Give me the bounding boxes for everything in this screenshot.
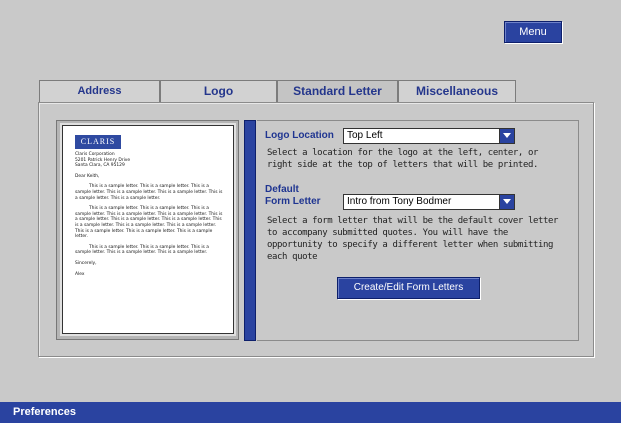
letter-settings-form: Logo Location Top Left Select a location… <box>257 120 579 341</box>
claris-logo: CLARIS <box>75 135 121 149</box>
tab-address[interactable]: Address <box>39 80 160 102</box>
chevron-down-icon[interactable] <box>499 129 514 143</box>
letter-paragraph: This is a sample letter. This is a sampl… <box>75 184 223 201</box>
letter-preview: CLARIS Claris Corporation 5201 Patrick H… <box>62 125 234 334</box>
tab-standard-letter[interactable]: Standard Letter <box>277 80 398 104</box>
letter-paragraph: This is a sample letter. This is a sampl… <box>75 206 223 240</box>
address-line: Santa Clara, CA 95129 <box>75 163 125 169</box>
tab-bar: Address Logo Standard Letter Miscellaneo… <box>39 80 519 104</box>
letter-paragraph: This is a sample letter. This is a sampl… <box>75 244 209 256</box>
logo-location-label: Logo Location <box>265 130 334 141</box>
preferences-footer: Preferences <box>0 402 621 423</box>
panel-divider <box>244 120 256 341</box>
menu-button[interactable]: Menu <box>504 21 562 43</box>
letter-address: Claris Corporation 5201 Patrick Henry Dr… <box>75 152 225 169</box>
default-form-letter-help: Select a form letter that will be the de… <box>267 216 559 262</box>
letter-closing: Sincerely, <box>75 260 97 266</box>
logo-location-help: Select a location for the logo at the le… <box>267 148 538 170</box>
letter-preview-frame: CLARIS Claris Corporation 5201 Patrick H… <box>56 120 239 340</box>
tab-miscellaneous[interactable]: Miscellaneous <box>398 80 516 102</box>
default-form-letter-value: Intro from Tony Bodmer <box>347 196 452 207</box>
logo-location-select[interactable]: Top Left <box>343 128 515 144</box>
logo-location-value: Top Left <box>347 130 383 141</box>
tab-logo[interactable]: Logo <box>160 80 277 102</box>
default-form-letter-label: Default Form Letter <box>265 184 321 208</box>
default-form-letter-label-line: Default <box>265 184 299 195</box>
chevron-down-icon[interactable] <box>499 195 514 209</box>
standard-letter-panel: CLARIS Claris Corporation 5201 Patrick H… <box>38 102 594 357</box>
default-form-letter-select[interactable]: Intro from Tony Bodmer <box>343 194 515 210</box>
default-form-letter-label-line: Form Letter <box>265 196 321 207</box>
letter-salutation: Dear Keith, <box>75 173 100 179</box>
letter-signature: Alex <box>75 271 85 277</box>
create-edit-form-letters-button[interactable]: Create/Edit Form Letters <box>337 277 480 299</box>
